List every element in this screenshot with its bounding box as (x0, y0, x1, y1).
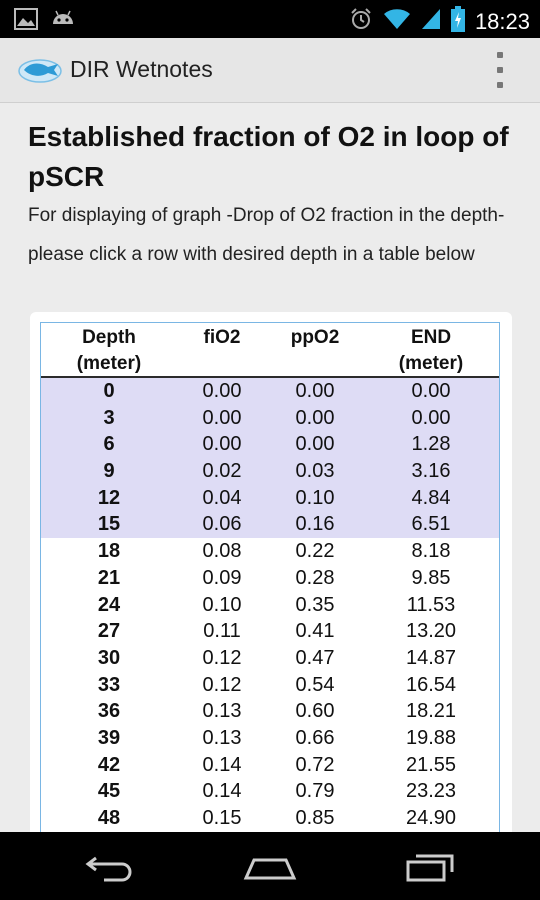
signal-icon (421, 8, 441, 35)
table-row[interactable]: 6 0.00 0.00 1.28 (41, 431, 499, 459)
table-row[interactable]: 0 0.00 0.00 0.00 (41, 378, 499, 405)
battery-charging-icon (450, 6, 465, 37)
status-bar: 18:23 (0, 0, 540, 38)
content-area[interactable]: Established fraction of O2 in loop of pS… (0, 103, 540, 832)
back-icon[interactable] (82, 848, 142, 884)
table-row[interactable]: 33 0.12 0.54 16.54 (41, 672, 499, 699)
table-row[interactable]: 9 0.02 0.03 3.16 (41, 458, 499, 485)
home-icon[interactable] (240, 848, 300, 884)
table-row[interactable]: 15 0.06 0.16 6.51 (41, 511, 499, 539)
table-header: Depth (meter) fiO2 ppO2 END (meter) (41, 323, 499, 378)
table-row[interactable]: 18 0.08 0.22 8.18 (41, 538, 499, 565)
table-row[interactable]: 21 0.09 0.28 9.85 (41, 565, 499, 592)
table-row[interactable]: 27 0.11 0.41 13.20 (41, 618, 499, 645)
page-description: For displaying of graph -Drop of O2 frac… (28, 205, 505, 265)
overflow-menu-icon[interactable] (490, 52, 510, 88)
table-row[interactable]: 30 0.12 0.47 14.87 (41, 645, 499, 672)
header-end: END (meter) (398, 327, 464, 374)
table-row[interactable]: 48 0.15 0.85 24.90 (41, 805, 499, 832)
table-row[interactable]: 12 0.04 0.10 4.84 (41, 484, 499, 512)
wifi-icon (383, 8, 411, 35)
recent-apps-icon[interactable] (400, 848, 460, 884)
header-ppo2: ppO2 (290, 327, 340, 348)
navigation-bar (0, 832, 540, 900)
status-time: 18:23 (474, 8, 530, 34)
depth-table: Depth (meter) fiO2 ppO2 END (meter) 0 0.00 0… (40, 322, 500, 832)
android-icon (50, 8, 76, 35)
table-row[interactable]: 36 0.13 0.60 18.21 (41, 698, 499, 725)
page-heading: Established fraction of O2 in loop of pS… (28, 121, 509, 192)
table-row[interactable]: 24 0.10 0.35 11.53 (41, 592, 499, 619)
header-depth: Depth (meter) (76, 327, 142, 374)
table-row[interactable]: 3 0.00 0.00 0.00 (41, 404, 499, 432)
app-title: DIR Wetnotes (70, 56, 213, 82)
action-bar: DIR Wetnotes (0, 38, 540, 103)
alarm-icon (349, 7, 373, 36)
app-logo-icon[interactable] (18, 56, 62, 84)
header-fio2: fiO2 (203, 327, 241, 348)
picture-icon (14, 8, 38, 35)
table-row[interactable]: 42 0.14 0.72 21.55 (41, 752, 499, 779)
table-row[interactable]: 45 0.14 0.79 23.23 (41, 778, 499, 805)
table-row[interactable]: 39 0.13 0.66 19.88 (41, 725, 499, 752)
table-card: Depth (meter) fiO2 ppO2 END (meter) 0 0.00 0… (30, 312, 512, 832)
